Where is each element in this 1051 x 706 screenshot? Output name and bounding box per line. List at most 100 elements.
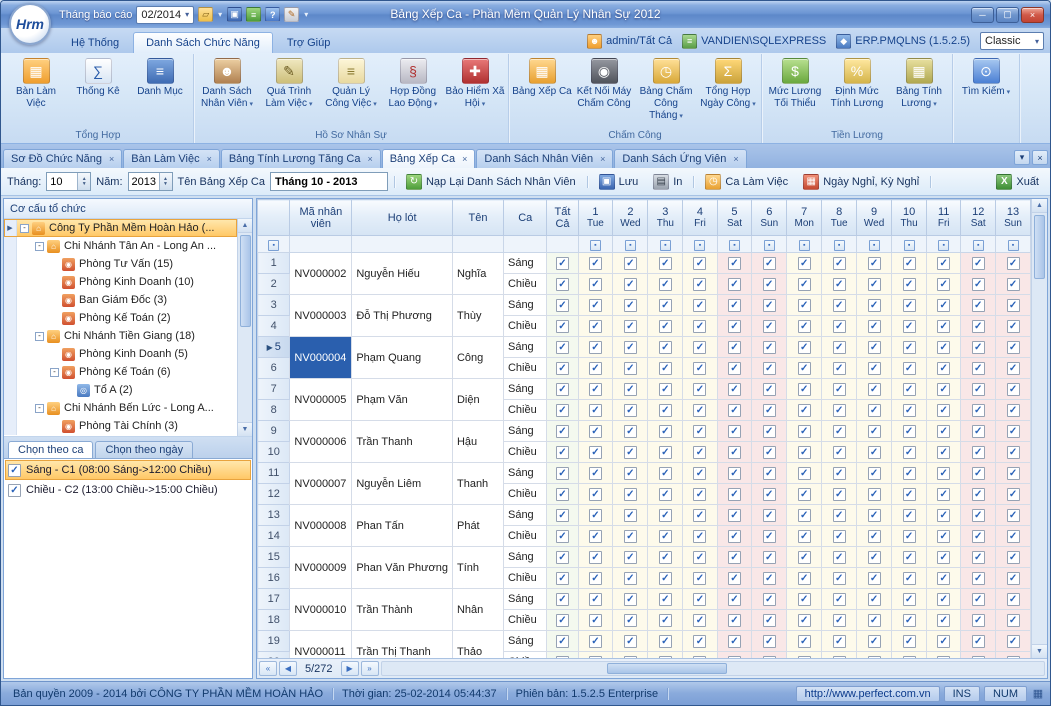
filter-checkbox-icon[interactable]: ▪: [660, 240, 671, 251]
day-shift-checkbox[interactable]: ✓: [868, 614, 881, 627]
day-shift-checkbox[interactable]: ✓: [798, 509, 811, 522]
filter-icon[interactable]: ▪: [268, 240, 279, 251]
day-shift-cell[interactable]: ✓: [857, 379, 892, 400]
day-shift-checkbox[interactable]: ✓: [868, 593, 881, 606]
day-shift-cell[interactable]: ✓: [892, 274, 927, 295]
tree-scrollbar[interactable]: ▲ ▼: [237, 219, 252, 436]
day-shift-cell[interactable]: ✓: [717, 610, 752, 631]
day-shift-checkbox[interactable]: ✓: [833, 383, 846, 396]
day-shift-cell[interactable]: ✓: [857, 337, 892, 358]
day-shift-cell[interactable]: ✓: [683, 379, 717, 400]
day-shift-cell[interactable]: ✓: [787, 589, 822, 610]
day-shift-checkbox[interactable]: ✓: [624, 425, 637, 438]
day-shift-cell[interactable]: ✓: [892, 505, 927, 526]
day-shift-cell[interactable]: ✓: [752, 631, 787, 652]
day-shift-checkbox[interactable]: ✓: [798, 341, 811, 354]
day-shift-cell[interactable]: ✓: [892, 631, 927, 652]
day-shift-cell[interactable]: ✓: [683, 589, 717, 610]
ribbon-button[interactable]: §Hợp Đồng Lao Động▾: [382, 55, 444, 129]
code-column-header[interactable]: Mã nhân viên: [290, 200, 352, 236]
tree-item[interactable]: -⌂Chi Nhánh Bến Lức - Long A...: [4, 399, 237, 417]
day-shift-checkbox[interactable]: ✓: [833, 635, 846, 648]
day-shift-checkbox[interactable]: ✓: [1007, 404, 1020, 417]
day-shift-cell[interactable]: ✓: [857, 631, 892, 652]
tab-close-icon[interactable]: ×: [733, 154, 738, 164]
day-shift-checkbox[interactable]: ✓: [1007, 572, 1020, 585]
day-shift-checkbox[interactable]: ✓: [903, 425, 916, 438]
day-shift-checkbox[interactable]: ✓: [624, 383, 637, 396]
day-shift-cell[interactable]: ✓: [683, 274, 717, 295]
day-shift-cell[interactable]: ✓: [717, 358, 752, 379]
day-shift-cell[interactable]: ✓: [822, 547, 857, 568]
filter-cell[interactable]: [352, 236, 453, 253]
month-input[interactable]: [47, 173, 77, 190]
day-shift-checkbox[interactable]: ✓: [833, 299, 846, 312]
employee-lastname-cell[interactable]: Nguyễn Hiếu: [352, 253, 453, 295]
row-number-cell[interactable]: 9: [258, 421, 290, 442]
shift-filter-tab[interactable]: Chọn theo ngày: [95, 441, 193, 458]
day-shift-checkbox[interactable]: ✓: [833, 362, 846, 375]
day-shift-cell[interactable]: ✓: [578, 400, 613, 421]
day-shift-cell[interactable]: ✓: [822, 358, 857, 379]
day-shift-checkbox[interactable]: ✓: [833, 551, 846, 564]
day-shift-cell[interactable]: ✓: [648, 526, 683, 547]
all-days-cell[interactable]: ✓: [547, 295, 578, 316]
tree-expander-icon[interactable]: -: [50, 368, 59, 377]
spinner-arrows-icon[interactable]: ▲▼: [77, 173, 90, 190]
tab-close-icon[interactable]: ×: [109, 154, 114, 164]
day-shift-cell[interactable]: ✓: [683, 337, 717, 358]
day-shift-cell[interactable]: ✓: [717, 442, 752, 463]
day-shift-checkbox[interactable]: ✓: [659, 467, 672, 480]
day-shift-cell[interactable]: ✓: [961, 589, 996, 610]
day-shift-checkbox[interactable]: ✓: [659, 446, 672, 459]
day-shift-cell[interactable]: ✓: [787, 526, 822, 547]
day-shift-checkbox[interactable]: ✓: [798, 593, 811, 606]
day-shift-cell[interactable]: ✓: [787, 610, 822, 631]
day-shift-checkbox[interactable]: ✓: [763, 404, 776, 417]
employee-lastname-cell[interactable]: Trần Thanh: [352, 421, 453, 463]
day-shift-checkbox[interactable]: ✓: [833, 341, 846, 354]
day-shift-checkbox[interactable]: ✓: [972, 299, 985, 312]
day-column-header[interactable]: 8Tue: [822, 200, 857, 236]
shift-filter-item[interactable]: ✓Sáng - C1 (08:00 Sáng->12:00 Chiều): [5, 460, 251, 480]
day-shift-cell[interactable]: ✓: [683, 358, 717, 379]
day-shift-checkbox[interactable]: ✓: [972, 425, 985, 438]
day-shift-cell[interactable]: ✓: [787, 337, 822, 358]
day-shift-checkbox[interactable]: ✓: [763, 446, 776, 459]
day-shift-cell[interactable]: ✓: [892, 589, 927, 610]
day-shift-cell[interactable]: ✓: [996, 337, 1031, 358]
filter-cell[interactable]: ▪: [857, 236, 892, 253]
grid-vscrollbar-thumb[interactable]: [1034, 215, 1045, 279]
day-shift-cell[interactable]: ✓: [927, 274, 961, 295]
all-days-checkbox[interactable]: ✓: [556, 320, 569, 333]
day-shift-checkbox[interactable]: ✓: [589, 509, 602, 522]
day-shift-cell[interactable]: ✓: [996, 400, 1031, 421]
day-shift-checkbox[interactable]: ✓: [833, 593, 846, 606]
day-shift-checkbox[interactable]: ✓: [937, 257, 950, 270]
employee-lastname-cell[interactable]: Trần Thị Thanh: [352, 631, 453, 659]
all-days-cell[interactable]: ✓: [547, 463, 578, 484]
grid-hscrollbar-thumb[interactable]: [607, 663, 727, 674]
day-shift-cell[interactable]: ✓: [787, 547, 822, 568]
day-shift-cell[interactable]: ✓: [578, 610, 613, 631]
day-shift-checkbox[interactable]: ✓: [589, 320, 602, 333]
day-shift-checkbox[interactable]: ✓: [763, 425, 776, 438]
day-shift-cell[interactable]: ✓: [648, 274, 683, 295]
day-column-header[interactable]: 6Sun: [752, 200, 787, 236]
schedule-name-input[interactable]: [270, 172, 388, 191]
day-shift-cell[interactable]: ✓: [961, 526, 996, 547]
day-shift-checkbox[interactable]: ✓: [693, 572, 706, 585]
filter-cell[interactable]: [452, 236, 503, 253]
day-shift-checkbox[interactable]: ✓: [693, 467, 706, 480]
employee-lastname-cell[interactable]: Trần Thành: [352, 589, 453, 631]
day-shift-cell[interactable]: ✓: [578, 547, 613, 568]
day-shift-cell[interactable]: ✓: [648, 463, 683, 484]
day-shift-checkbox[interactable]: ✓: [624, 467, 637, 480]
day-shift-cell[interactable]: ✓: [613, 400, 648, 421]
day-shift-cell[interactable]: ✓: [578, 463, 613, 484]
day-column-header[interactable]: 10Thu: [892, 200, 927, 236]
toolbar-button[interactable]: ↻Nạp Lại Danh Sách Nhân Viên: [401, 172, 581, 192]
day-shift-cell[interactable]: ✓: [613, 610, 648, 631]
day-shift-checkbox[interactable]: ✓: [937, 404, 950, 417]
day-shift-cell[interactable]: ✓: [613, 484, 648, 505]
